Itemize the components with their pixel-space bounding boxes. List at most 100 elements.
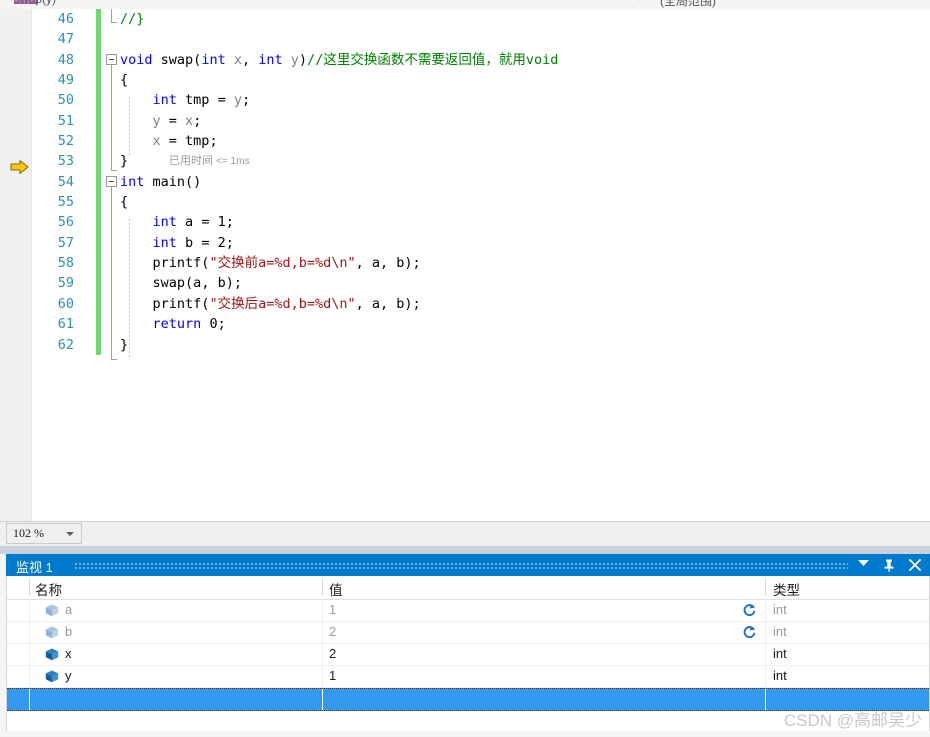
title-grip <box>74 562 848 569</box>
change-indicator <box>96 151 101 172</box>
nav-separator <box>638 0 639 1</box>
change-indicator <box>96 171 101 193</box>
line-number: 58 <box>57 255 74 272</box>
change-indicator <box>96 212 101 233</box>
change-indicator <box>96 49 101 71</box>
table-row[interactable]: x 2 int <box>7 644 929 666</box>
cell-divider <box>765 644 766 665</box>
code-line[interactable]: 62} <box>32 334 930 355</box>
refresh-icon[interactable] <box>742 625 757 640</box>
panel-splitter[interactable] <box>0 546 930 554</box>
change-indicator <box>96 110 101 132</box>
table-row[interactable]: b 2 int <box>7 622 929 644</box>
fold-guide-end <box>111 359 117 360</box>
watch-variable-name[interactable]: b <box>65 624 72 639</box>
cell-divider <box>765 689 766 710</box>
cell-divider <box>29 644 30 665</box>
line-number: 47 <box>57 31 74 48</box>
cell-divider <box>322 666 323 687</box>
visual-studio-debug-window: swap(y) (全局范围) 46 //} 47 48 void swap(int x,… <box>0 0 930 737</box>
column-header-type[interactable]: 类型 <box>773 579 800 599</box>
code-text: printf("交换前a=%d,b=%d\n", a, b); <box>152 255 421 272</box>
code-line[interactable]: 55 { <box>32 192 930 213</box>
watch-variable-value[interactable]: 1 <box>329 602 336 617</box>
code-line[interactable]: 56 int a = 1; <box>32 212 930 233</box>
code-editor[interactable]: 46 //} 47 48 void swap(int x, int y)//这里交换函数… <box>0 9 930 521</box>
watermark-text: CSDN @高邮吴少 <box>783 711 922 730</box>
code-line[interactable]: 49 { <box>32 70 930 91</box>
watch-title-label: 监视 1 <box>16 560 53 575</box>
close-icon[interactable] <box>904 554 926 576</box>
cell-divider <box>765 600 766 621</box>
watch-variable-name[interactable]: x <box>65 646 72 661</box>
table-row[interactable]: a 1 int <box>7 600 929 622</box>
nav-right-scope[interactable]: (全局范围) <box>660 0 716 9</box>
code-text: x = tmp; <box>152 133 218 150</box>
variable-box-icon <box>45 626 59 639</box>
code-line[interactable]: 50 int tmp = y; <box>32 90 930 111</box>
chevron-down-icon[interactable] <box>852 554 874 576</box>
header-divider[interactable] <box>29 578 30 596</box>
elapsed-label: 已用时间 <box>169 155 213 168</box>
code-text: int tmp = y; <box>152 92 251 109</box>
code-line[interactable]: 57 int b = 2; <box>32 232 930 254</box>
line-number: 50 <box>57 92 74 109</box>
table-row[interactable]: y 1 int <box>7 666 929 688</box>
watch-panel: 监视 1 名称 值 类型 a 1 int b 2 int x 2 int y 1… <box>0 546 930 737</box>
change-indicator <box>96 29 101 50</box>
watch-variable-name[interactable]: a <box>65 602 72 617</box>
refresh-icon[interactable] <box>742 603 757 618</box>
change-indicator <box>96 131 101 152</box>
code-line[interactable]: 48 void swap(int x, int y)//这里交换函数不需要返回值，… <box>32 49 930 71</box>
code-text: int a = 1; <box>152 214 234 231</box>
watch-variable-type: int <box>773 646 787 661</box>
collapse-icon[interactable] <box>106 53 117 65</box>
code-line[interactable]: 46 //} <box>32 9 930 30</box>
code-line[interactable]: 53} 已用时间 <= 1ms <box>32 151 930 172</box>
collapse-icon[interactable] <box>106 175 117 187</box>
change-indicator <box>96 293 101 315</box>
zoom-level-combobox[interactable]: 102 % <box>6 523 82 544</box>
header-divider[interactable] <box>322 578 323 596</box>
editor-indicator-margin[interactable] <box>0 9 32 521</box>
cell-divider <box>322 622 323 643</box>
code-line[interactable]: 47 <box>32 29 930 50</box>
line-number: 54 <box>57 173 74 190</box>
code-line[interactable]: 54 int main() <box>32 171 930 193</box>
code-text-area[interactable]: 46 //} 47 48 void swap(int x, int y)//这里交换函数… <box>32 9 930 521</box>
code-text: //} <box>120 11 145 27</box>
header-divider[interactable] <box>765 578 766 596</box>
chevron-down-icon[interactable] <box>66 532 74 536</box>
watch-variable-value[interactable]: 1 <box>329 668 336 683</box>
change-indicator <box>96 192 101 213</box>
line-number: 55 <box>57 194 74 211</box>
code-line[interactable]: 52 x = tmp; <box>32 131 930 152</box>
line-number: 60 <box>57 295 74 312</box>
watch-title-bar[interactable]: 监视 1 <box>6 554 930 576</box>
cell-divider <box>29 666 30 687</box>
watch-variable-value[interactable]: 2 <box>329 624 336 639</box>
code-text: { <box>120 194 129 211</box>
editor-status-bar: 102 % <box>0 521 930 546</box>
nav-left-scope[interactable]: swap(y) <box>14 0 56 6</box>
column-header-name[interactable]: 名称 <box>35 579 62 599</box>
line-number: 51 <box>57 112 74 129</box>
watch-variable-name[interactable]: y <box>65 668 72 683</box>
code-text: void swap(int x, int y)//这里交换函数不需要返回值，就用… <box>120 51 559 68</box>
code-text: } <box>120 153 129 170</box>
code-line[interactable]: 60 printf("交换后a=%d,b=%d\n", a, b); <box>32 293 930 315</box>
column-header-value[interactable]: 值 <box>329 579 343 599</box>
code-line[interactable]: 51 y = x; <box>32 110 930 132</box>
code-text: printf("交换后a=%d,b=%d\n", a, b); <box>152 295 421 312</box>
code-line[interactable]: 61 return 0; <box>32 314 930 335</box>
watch-variable-value[interactable]: 2 <box>329 646 336 661</box>
code-text: int b = 2; <box>152 234 234 251</box>
line-number: 53 <box>57 153 74 170</box>
code-line[interactable]: 59 swap(a, b); <box>32 273 930 294</box>
code-line[interactable]: 58 printf("交换前a=%d,b=%d\n", a, b); <box>32 253 930 274</box>
change-indicator <box>96 314 101 335</box>
line-number: 56 <box>57 214 74 231</box>
pin-icon[interactable] <box>878 554 900 576</box>
cell-divider <box>322 689 323 710</box>
cell-divider <box>322 644 323 665</box>
